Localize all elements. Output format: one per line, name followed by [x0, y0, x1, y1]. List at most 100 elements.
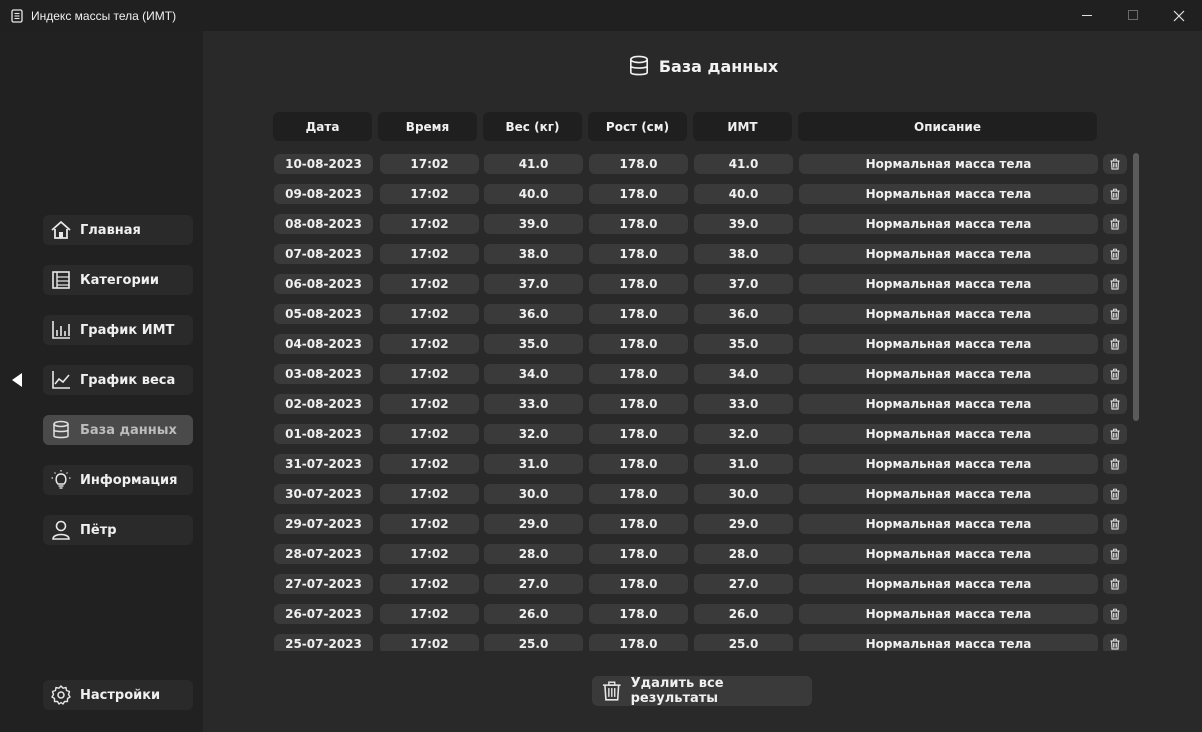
- cell-time: 17:02: [380, 484, 479, 504]
- cell-time: 17:02: [380, 244, 479, 264]
- table-row: 30-07-2023 17:02 30.0 178.0 30.0 Нормальная м…: [203, 484, 1133, 506]
- cell-time: 17:02: [380, 634, 479, 651]
- delete-row-button[interactable]: [1103, 484, 1127, 504]
- delete-row-button[interactable]: [1103, 304, 1127, 324]
- sidebar-item-label: Пётр: [80, 522, 117, 538]
- maximize-button[interactable]: [1110, 0, 1156, 31]
- cell-bmi: 34.0: [694, 364, 793, 384]
- cell-time: 17:02: [380, 274, 479, 294]
- home-icon: [50, 219, 72, 241]
- table-row: 29-07-2023 17:02 29.0 178.0 29.0 Нормальная м…: [203, 514, 1133, 536]
- delete-row-button[interactable]: [1103, 634, 1127, 651]
- delete-row-button[interactable]: [1103, 424, 1127, 444]
- cell-weight: 25.0: [484, 634, 583, 651]
- cell-weight: 40.0: [484, 184, 583, 204]
- sidebar-item-label: База данных: [80, 422, 177, 438]
- page-title: База данных: [658, 56, 779, 76]
- cell-bmi: 33.0: [694, 394, 793, 414]
- table-row: 04-08-2023 17:02 35.0 178.0 35.0 Нормальная м…: [203, 334, 1133, 356]
- cell-description: Нормальная масса тела: [799, 244, 1098, 264]
- trash-icon: [1110, 578, 1120, 590]
- cell-weight: 26.0: [484, 604, 583, 624]
- cell-time: 17:02: [380, 604, 479, 624]
- cell-height: 178.0: [589, 364, 688, 384]
- delete-row-button[interactable]: [1103, 184, 1127, 204]
- trash-icon: [1110, 608, 1120, 620]
- table-row: 28-07-2023 17:02 28.0 178.0 28.0 Нормальная м…: [203, 544, 1133, 566]
- sidebar-item-categories[interactable]: Категории: [43, 265, 193, 295]
- trash-icon: [1110, 218, 1120, 230]
- cell-weight: 31.0: [484, 454, 583, 474]
- cell-date: 30-07-2023: [274, 484, 373, 504]
- scrollbar-thumb[interactable]: [1133, 153, 1139, 421]
- delete-row-button[interactable]: [1103, 454, 1127, 474]
- delete-row-button[interactable]: [1103, 214, 1127, 234]
- delete-row-button[interactable]: [1103, 604, 1127, 624]
- delete-row-button[interactable]: [1103, 334, 1127, 354]
- close-icon: [1173, 10, 1185, 21]
- delete-row-button[interactable]: [1103, 544, 1127, 564]
- database-icon: [629, 55, 648, 76]
- vertical-scrollbar[interactable]: [1133, 153, 1141, 653]
- delete-row-button[interactable]: [1103, 244, 1127, 264]
- cell-weight: 39.0: [484, 214, 583, 234]
- cell-description: Нормальная масса тела: [799, 514, 1098, 534]
- table-row: 02-08-2023 17:02 33.0 178.0 33.0 Нормальная м…: [203, 394, 1133, 416]
- line-chart-icon: [50, 369, 72, 391]
- cell-description: Нормальная масса тела: [799, 454, 1098, 474]
- maximize-icon: [1127, 10, 1138, 20]
- trash-icon: [1110, 488, 1120, 500]
- cell-time: 17:02: [380, 574, 479, 594]
- sidebar-item-information[interactable]: Информация: [43, 465, 193, 495]
- delete-row-button[interactable]: [1103, 574, 1127, 594]
- cell-time: 17:02: [380, 334, 479, 354]
- table-row: 06-08-2023 17:02 37.0 178.0 37.0 Нормальная м…: [203, 274, 1133, 296]
- close-button[interactable]: [1156, 0, 1202, 31]
- gear-icon: [50, 684, 72, 706]
- cell-weight: 37.0: [484, 274, 583, 294]
- delete-all-button[interactable]: Удалить все результаты: [592, 676, 812, 706]
- cell-date: 03-08-2023: [274, 364, 373, 384]
- cell-bmi: 36.0: [694, 304, 793, 324]
- sidebar-item-bmi-chart[interactable]: График ИМТ: [43, 315, 193, 345]
- table-row: 08-08-2023 17:02 39.0 178.0 39.0 Нормальная м…: [203, 214, 1133, 236]
- trash-icon: [1110, 158, 1120, 170]
- cell-bmi: 30.0: [694, 484, 793, 504]
- cell-height: 178.0: [589, 394, 688, 414]
- sidebar-item-settings[interactable]: Настройки: [43, 680, 193, 710]
- delete-row-button[interactable]: [1103, 514, 1127, 534]
- trash-icon: [1110, 518, 1120, 530]
- delete-row-button[interactable]: [1103, 394, 1127, 414]
- cell-height: 178.0: [589, 484, 688, 504]
- trash-icon: [602, 681, 621, 701]
- cell-weight: 38.0: [484, 244, 583, 264]
- cell-date: 10-08-2023: [274, 154, 373, 174]
- cell-height: 178.0: [589, 544, 688, 564]
- delete-row-button[interactable]: [1103, 364, 1127, 384]
- sidebar: Главная Категории График ИМТ График веса…: [0, 31, 203, 732]
- column-header-date: Дата: [273, 112, 372, 141]
- trash-icon: [1110, 548, 1120, 560]
- cell-description: Нормальная масса тела: [799, 334, 1098, 354]
- sidebar-item-user[interactable]: Пётр: [43, 515, 193, 545]
- cell-date: 02-08-2023: [274, 394, 373, 414]
- sidebar-item-home[interactable]: Главная: [43, 215, 193, 245]
- delete-row-button[interactable]: [1103, 274, 1127, 294]
- column-header-weight: Вес (кг): [483, 112, 582, 141]
- delete-row-button[interactable]: [1103, 154, 1127, 174]
- table-row: 05-08-2023 17:02 36.0 178.0 36.0 Нормальная м…: [203, 304, 1133, 326]
- table-row: 27-07-2023 17:02 27.0 178.0 27.0 Нормальная м…: [203, 574, 1133, 596]
- cell-description: Нормальная масса тела: [799, 184, 1098, 204]
- trash-icon: [1110, 248, 1120, 260]
- cell-bmi: 26.0: [694, 604, 793, 624]
- cell-date: 05-08-2023: [274, 304, 373, 324]
- cell-height: 178.0: [589, 334, 688, 354]
- cell-time: 17:02: [380, 424, 479, 444]
- table-row: 10-08-2023 17:02 41.0 178.0 41.0 Нормальная м…: [203, 154, 1133, 176]
- minimize-button[interactable]: [1064, 0, 1110, 31]
- sidebar-item-weight-chart[interactable]: График веса: [43, 365, 193, 395]
- sidebar-item-database[interactable]: База данных: [43, 415, 193, 445]
- cell-bmi: 40.0: [694, 184, 793, 204]
- cell-description: Нормальная масса тела: [799, 394, 1098, 414]
- collapse-sidebar-icon[interactable]: [10, 372, 24, 388]
